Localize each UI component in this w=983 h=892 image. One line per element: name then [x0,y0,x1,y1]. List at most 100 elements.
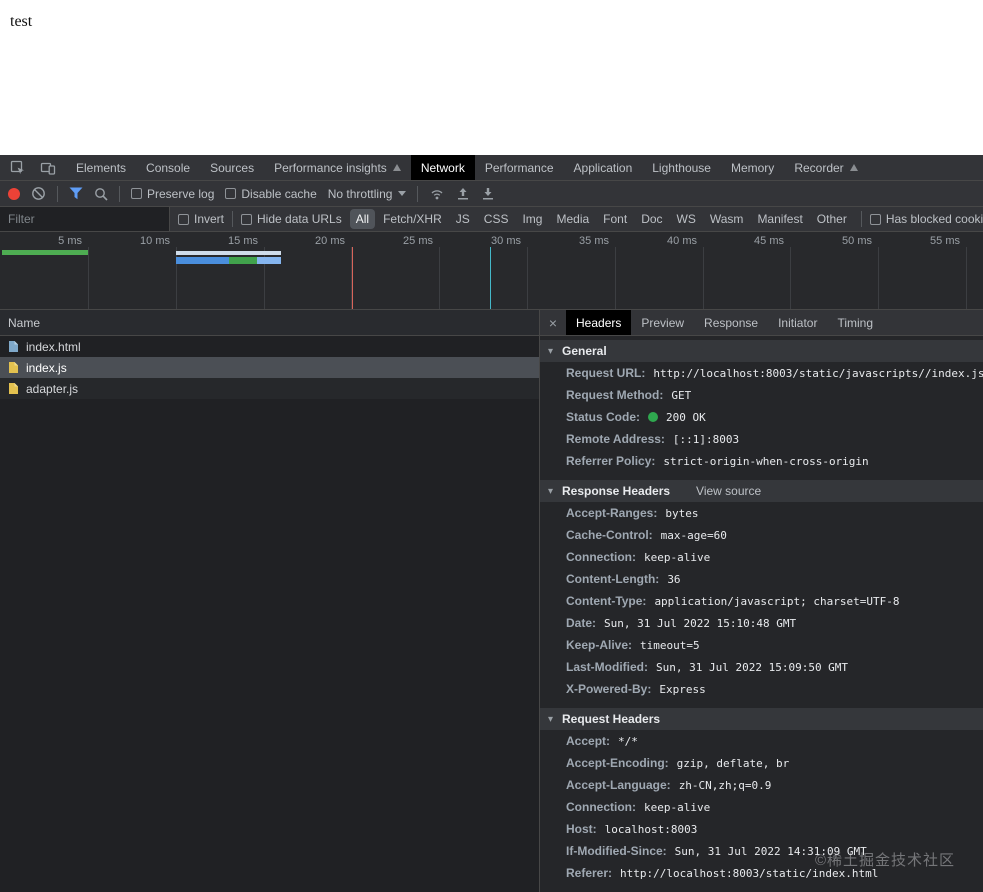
time-label: 20 ms [315,235,345,247]
network-conditions-icon[interactable] [429,187,445,201]
filter-chip-ws[interactable]: WS [671,209,702,229]
section-title: General [562,344,607,358]
tab-sources[interactable]: Sources [200,155,264,180]
details-tab-preview[interactable]: Preview [631,310,694,335]
header-name: Accept: [566,734,611,748]
details-tab-timing[interactable]: Timing [827,310,883,335]
request-name: index.html [26,339,81,354]
filter-chip-media[interactable]: Media [550,209,595,229]
disable-cache-checkbox[interactable]: Disable cache [225,187,317,201]
filter-chip-other[interactable]: Other [811,209,853,229]
clear-button[interactable] [31,186,46,201]
header-entry: Date: Sun, 31 Jul 2022 15:10:48 GMT [540,612,983,634]
tab-memory[interactable]: Memory [721,155,784,180]
response-headers-section-header[interactable]: Response Headers View source [540,480,983,502]
script-file-icon [8,382,19,395]
close-icon[interactable] [540,310,566,335]
request-headers-section-header[interactable]: Request Headers [540,708,983,730]
filter-chip-wasm[interactable]: Wasm [704,209,750,229]
site-watermark: ©稀土掘金技术社区 [814,852,955,869]
search-icon[interactable] [94,187,108,201]
tab-performance-insights[interactable]: Performance insights [264,155,411,180]
time-label: 55 ms [930,235,960,247]
header-entry: Request Method: GET [540,384,983,406]
header-entry: Accept-Ranges: bytes [540,502,983,524]
invert-checkbox[interactable]: Invert [178,212,224,226]
tab-label: Performance insights [274,160,387,175]
request-row-adapter-js[interactable]: adapter.js [0,378,539,399]
export-har-icon[interactable] [481,187,495,201]
view-source-button[interactable]: View source [696,484,761,498]
section-title: Response Headers [562,484,671,498]
tab-label: Memory [730,160,775,175]
toolbar-divider [417,185,419,202]
details-tab-headers[interactable]: Headers [566,310,632,335]
header-entry: X-Powered-By: Express [540,678,983,700]
header-name: Referer: [566,866,613,880]
header-entry: Remote Address: [::1]:8003 [540,428,983,450]
tab-label: Recorder [794,160,844,175]
tab-lighthouse[interactable]: Lighthouse [642,155,721,180]
filter-input[interactable] [0,207,170,231]
checkbox-label: Has blocked cookies [885,212,983,226]
waterfall-bar-script-green [229,257,257,264]
header-name: Last-Modified: [566,660,648,674]
checkbox-label: Hide data URLs [257,212,342,226]
section-title: Request Headers [562,712,661,726]
header-value: Sun, 31 Jul 2022 15:09:50 GMT [656,660,849,674]
filter-chip-font[interactable]: Font [597,209,633,229]
details-tab-initiator[interactable]: Initiator [768,310,827,335]
header-value: gzip, deflate, br [676,756,790,770]
toolbar-divider [119,185,120,202]
header-entry: Keep-Alive: timeout=5 [540,634,983,656]
import-har-icon[interactable] [456,187,470,201]
header-value: bytes [665,506,699,520]
request-row-index-js[interactable]: index.js [0,357,539,378]
time-label: 45 ms [754,235,784,247]
request-row-index-html[interactable]: index.html [0,336,539,357]
has-blocked-cookies-checkbox[interactable]: Has blocked cookies [869,212,983,226]
filter-chip-all[interactable]: All [349,209,376,229]
filter-chip-js[interactable]: JS [450,209,476,229]
tab-recorder[interactable]: Recorder [784,155,867,180]
header-name: Host: [566,822,597,836]
name-column-header[interactable]: Name [0,310,539,336]
filter-chip-doc[interactable]: Doc [635,209,668,229]
filter-chip-css[interactable]: CSS [478,209,515,229]
header-value: strict-origin-when-cross-origin [663,454,869,468]
header-entry: Status Code: 200 OK [540,406,983,428]
tab-performance[interactable]: Performance [475,155,564,180]
tab-application[interactable]: Application [564,155,643,180]
inspect-element-icon[interactable] [6,155,30,180]
hide-data-urls-checkbox[interactable]: Hide data URLs [241,212,342,226]
header-name: Cache-Control: [566,528,653,542]
filter-chip-img[interactable]: Img [516,209,548,229]
details-tab-response[interactable]: Response [694,310,768,335]
tab-elements[interactable]: Elements [66,155,136,180]
preserve-log-checkbox[interactable]: Preserve log [131,187,214,201]
throttling-dropdown[interactable]: No throttling [328,187,407,201]
disclosure-triangle-icon [548,486,560,497]
device-toolbar-icon[interactable] [36,155,60,180]
document-file-icon [8,340,19,353]
filter-chip-manifest[interactable]: Manifest [751,209,808,229]
tab-label: Console [146,160,191,175]
page-body-text: test [10,13,33,30]
checkbox-label: Invert [194,212,225,226]
headers-pane[interactable]: General Request URL: http://localhost:80… [540,336,983,892]
script-file-icon [8,361,19,374]
record-button[interactable] [8,187,20,200]
tab-network[interactable]: Network [410,155,475,180]
time-label: 5 ms [58,235,82,247]
filter-icon[interactable] [69,187,83,200]
tab-label: Elements [76,160,127,175]
header-name: Connection: [566,800,636,814]
tab-console[interactable]: Console [136,155,200,180]
general-section-header[interactable]: General [540,340,983,362]
filter-chip-fetch-xhr[interactable]: Fetch/XHR [377,209,448,229]
header-entry: Accept-Encoding: gzip, deflate, br [540,752,983,774]
network-overview-timeline[interactable]: 5 ms 10 ms 15 ms 20 ms 25 ms 30 ms 35 ms… [0,232,983,310]
header-value: keep-alive [644,550,711,564]
header-entry: Last-Modified: Sun, 31 Jul 2022 15:09:50… [540,656,983,678]
header-name: Request Method: [566,388,664,402]
